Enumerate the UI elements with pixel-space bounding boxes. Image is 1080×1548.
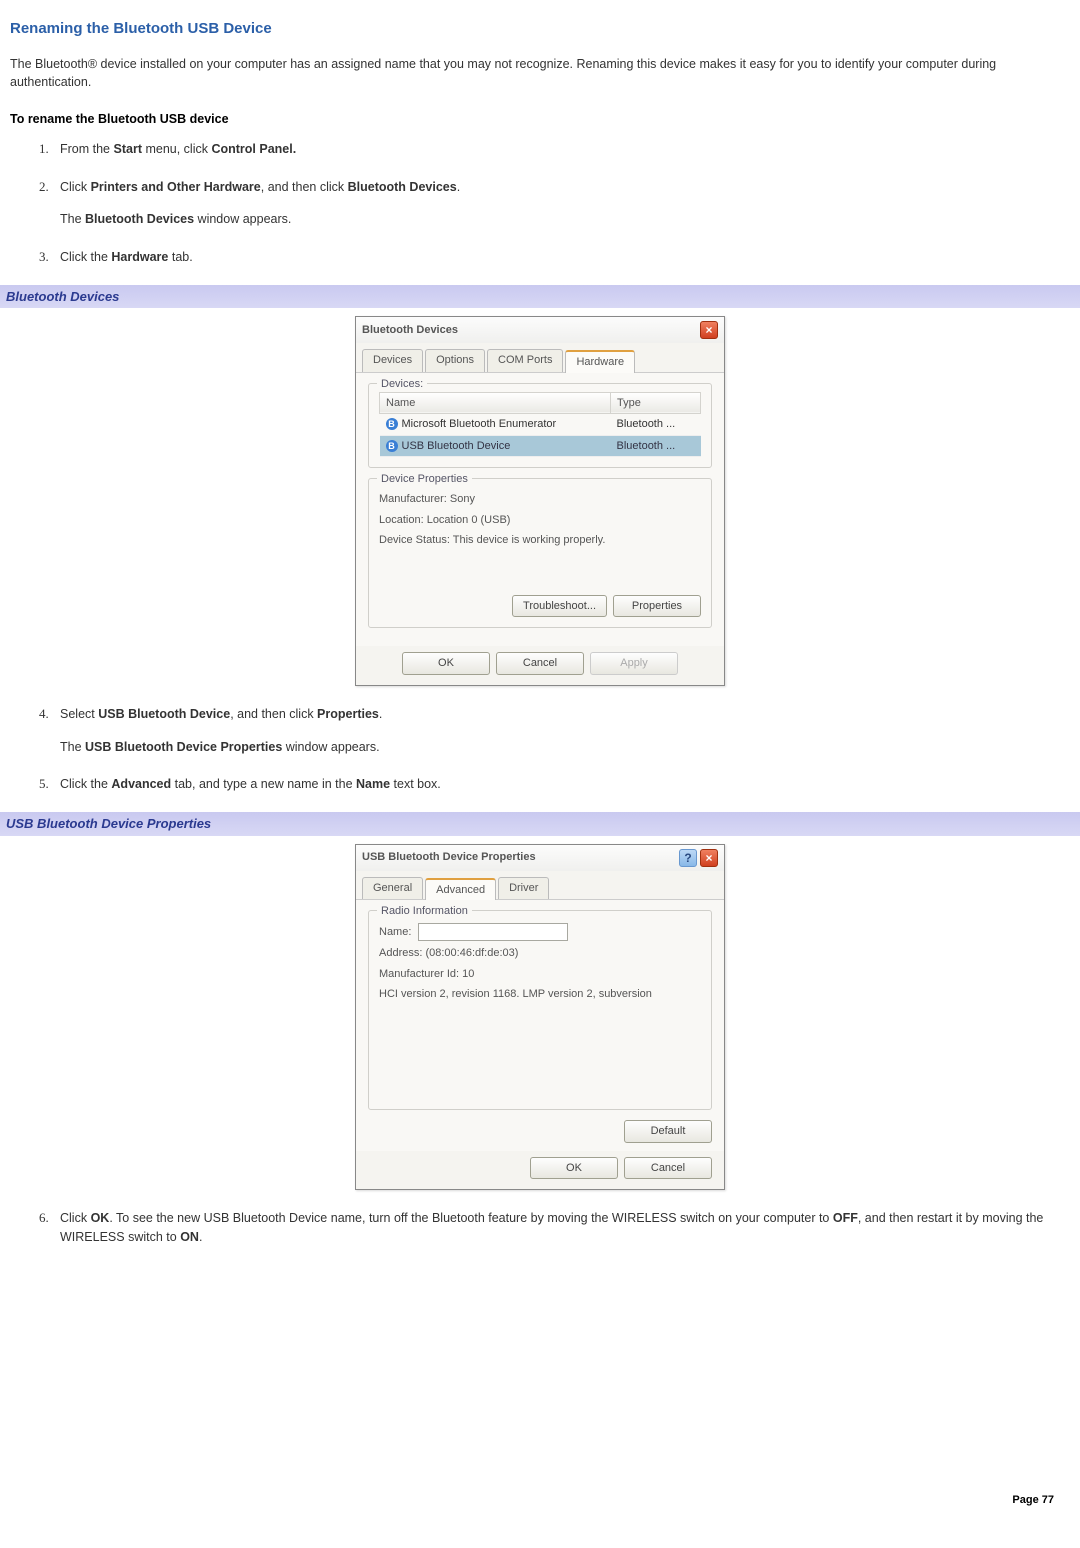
procedure-heading: To rename the Bluetooth USB device <box>10 110 1070 129</box>
bluetooth-icon: B <box>386 418 398 430</box>
text: The <box>60 740 85 754</box>
on: ON <box>180 1230 199 1244</box>
device-type: Bluetooth ... <box>611 414 701 436</box>
text: tab, and type a new name in the <box>171 777 356 791</box>
start-menu: Start <box>114 142 142 156</box>
text: , and then click <box>230 707 317 721</box>
dialog-title: USB Bluetooth Device Properties <box>362 849 536 866</box>
table-row[interactable]: B Microsoft Bluetooth Enumerator Bluetoot… <box>380 414 701 436</box>
dialog-title: Bluetooth Devices <box>362 322 458 339</box>
usb-bt-properties-dialog: USB Bluetooth Device Properties ? × Gene… <box>355 844 725 1191</box>
control-panel: Control Panel. <box>211 142 296 156</box>
text: tab. <box>168 250 192 264</box>
step-3: Click the Hardware tab. <box>52 247 1070 267</box>
props-group-label: Device Properties <box>377 471 472 488</box>
step-4: Select USB Bluetooth Device, and then cl… <box>52 704 1070 757</box>
radio-group-label: Radio Information <box>377 903 472 920</box>
properties-button[interactable]: Properties <box>613 595 701 618</box>
devices-table[interactable]: Name Type B Microsoft Bluetooth Enumerato… <box>379 392 701 458</box>
device-name: USB Bluetooth Device <box>402 440 511 452</box>
text: . <box>457 180 460 194</box>
bluetooth-icon: B <box>386 440 398 452</box>
ok: OK <box>91 1211 110 1225</box>
text: window appears. <box>282 740 379 754</box>
text: Select <box>60 707 98 721</box>
usb-bt-props-window: USB Bluetooth Device Properties <box>85 740 282 754</box>
manufacturer-id-line: Manufacturer Id: 10 <box>379 966 701 983</box>
text: From the <box>60 142 114 156</box>
manufacturer-line: Manufacturer: Sony <box>379 491 701 508</box>
location-line: Location: Location 0 (USB) <box>379 512 701 529</box>
name-box: Name <box>356 777 390 791</box>
text: Click <box>60 180 91 194</box>
text: menu, click <box>142 142 211 156</box>
devices-group-label: Devices: <box>377 376 427 393</box>
ok-button[interactable]: OK <box>530 1157 618 1180</box>
device-name: Microsoft Bluetooth Enumerator <box>402 418 557 430</box>
text: Click the <box>60 250 111 264</box>
figure-caption-1: Bluetooth Devices <box>0 285 1080 309</box>
bt-devices: Bluetooth Devices <box>348 180 457 194</box>
advanced-tab: Advanced <box>111 777 171 791</box>
tab-general[interactable]: General <box>362 877 423 900</box>
tab-strip: Devices Options COM Ports Hardware <box>356 343 724 373</box>
cancel-button[interactable]: Cancel <box>624 1157 712 1180</box>
usb-bt-device: USB Bluetooth Device <box>98 707 230 721</box>
name-label: Name: <box>379 926 411 938</box>
text: window appears. <box>194 212 291 226</box>
name-input[interactable] <box>418 923 568 941</box>
text: . To see the new USB Bluetooth Device na… <box>109 1211 833 1225</box>
col-type[interactable]: Type <box>611 392 701 414</box>
text: , and then click <box>261 180 348 194</box>
step-6: Click OK. To see the new USB Bluetooth D… <box>52 1208 1070 1247</box>
printers-hw: Printers and Other Hardware <box>91 180 261 194</box>
bluetooth-devices-dialog: Bluetooth Devices × Devices Options COM … <box>355 316 725 686</box>
close-icon[interactable]: × <box>700 321 718 339</box>
tab-advanced[interactable]: Advanced <box>425 878 496 901</box>
text: . <box>379 707 382 721</box>
page-number: Page 77 <box>1012 1492 1054 1509</box>
close-icon[interactable]: × <box>700 849 718 867</box>
address-line: Address: (08:00:46:df:de:03) <box>379 945 701 962</box>
properties: Properties <box>317 707 379 721</box>
step-2: Click Printers and Other Hardware, and t… <box>52 177 1070 230</box>
tab-options[interactable]: Options <box>425 349 485 372</box>
ok-button[interactable]: OK <box>402 652 490 675</box>
table-row[interactable]: B USB Bluetooth Device Bluetooth ... <box>380 435 701 457</box>
hardware-tab: Hardware <box>111 250 168 264</box>
text: Click the <box>60 777 111 791</box>
tab-driver[interactable]: Driver <box>498 877 549 900</box>
status-line: Device Status: This device is working pr… <box>379 532 701 549</box>
apply-button[interactable]: Apply <box>590 652 678 675</box>
col-name[interactable]: Name <box>380 392 611 414</box>
tab-devices[interactable]: Devices <box>362 349 423 372</box>
text: The <box>60 212 85 226</box>
figure-caption-2: USB Bluetooth Device Properties <box>0 812 1080 836</box>
hci-line: HCI version 2, revision 1168. LMP versio… <box>379 986 701 1003</box>
help-icon[interactable]: ? <box>679 849 697 867</box>
text: text box. <box>390 777 441 791</box>
tab-hardware[interactable]: Hardware <box>565 350 635 373</box>
text: Click <box>60 1211 91 1225</box>
tab-strip: General Advanced Driver <box>356 871 724 901</box>
page-title: Renaming the Bluetooth USB Device <box>10 18 1070 41</box>
text: . <box>199 1230 202 1244</box>
bt-devices-window: Bluetooth Devices <box>85 212 194 226</box>
default-button[interactable]: Default <box>624 1120 712 1143</box>
tab-com-ports[interactable]: COM Ports <box>487 349 563 372</box>
step-5: Click the Advanced tab, and type a new n… <box>52 774 1070 794</box>
troubleshoot-button[interactable]: Troubleshoot... <box>512 595 607 618</box>
intro-paragraph: The Bluetooth® device installed on your … <box>10 55 1070 93</box>
device-type: Bluetooth ... <box>611 435 701 457</box>
off: OFF <box>833 1211 858 1225</box>
cancel-button[interactable]: Cancel <box>496 652 584 675</box>
step-1: From the Start menu, click Control Panel… <box>52 139 1070 159</box>
